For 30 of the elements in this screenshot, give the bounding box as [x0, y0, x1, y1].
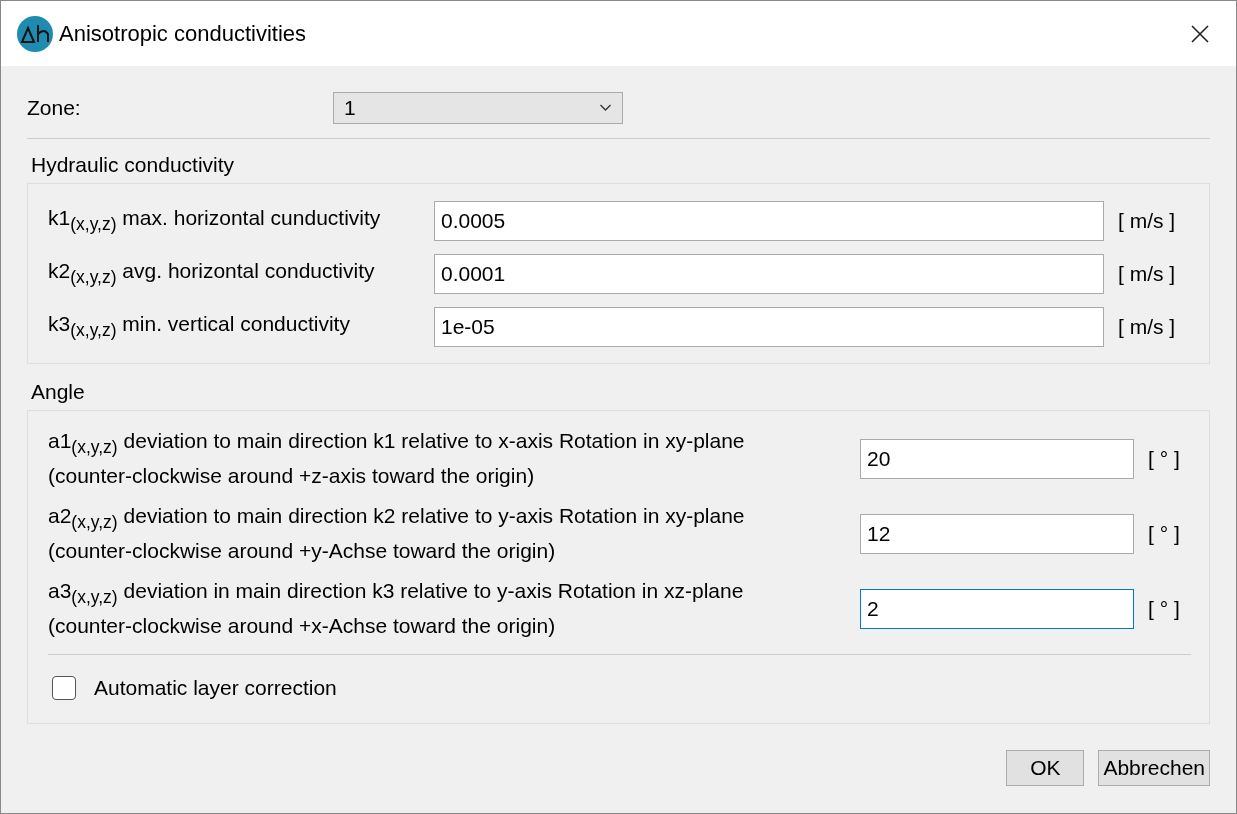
- input-field[interactable]: 1e-05: [434, 306, 1104, 347]
- zone-label: Zone:: [27, 96, 82, 120]
- group-title: Angle: [31, 380, 86, 405]
- input-field[interactable]: 0.0001: [434, 253, 1104, 294]
- window-title: Anisotropic conductivities: [59, 20, 307, 47]
- unit-label: [ ° ]: [1148, 521, 1180, 546]
- unit-label: [ ° ]: [1148, 596, 1180, 621]
- field-label: a3$_{(x,y,z)}$ deviation in main direction k3 relative to y-axis Rotation in xz-plane (counter-clockwise around +x-Achse toward the origin): [48, 578, 745, 639]
- field-label: a1$_{(x,y,z)}$ deviation to main direction k1 relative to x-axis Rotation in xy-plane (counter-clockwise around +z-axis toward the origin): [48, 428, 746, 489]
- input-field[interactable]: 20: [860, 438, 1134, 479]
- field-label: a2$_{(x,y,z)}$ deviation to main direction k2 relative to y-axis Rotation in xy-plane (counter-clockwise around +y-Achse toward the origin): [48, 503, 746, 564]
- caret-icon: [599, 104, 612, 112]
- field-label: k1$_{(x,y,z)}$ max. horizontal cunductivity: [48, 205, 382, 236]
- checkbox[interactable]: [52, 676, 76, 700]
- unit-label: [ m/s ]: [1118, 314, 1176, 339]
- unit-label: [ m/s ]: [1118, 208, 1176, 233]
- zone-dropdown[interactable]: 1: [333, 92, 623, 124]
- input-field[interactable]: 2: [860, 588, 1134, 629]
- dialog-button[interactable]: OK: [1006, 750, 1085, 786]
- field-label: k2$_{(x,y,z)}$ avg. horizontal conductivity: [48, 258, 376, 289]
- dialog-button[interactable]: Abbrechen: [1098, 750, 1210, 786]
- unit-label: [ m/s ]: [1118, 261, 1176, 286]
- input-field[interactable]: 12: [860, 513, 1134, 554]
- app-logo-icon: [17, 15, 53, 52]
- unit-label: [ ° ]: [1148, 446, 1180, 471]
- field-label: k3$_{(x,y,z)}$ min. vertical conductivity: [48, 311, 351, 342]
- input-field[interactable]: 0.0005: [434, 200, 1104, 241]
- close-icon[interactable]: [1190, 23, 1210, 44]
- checkbox-label: Automatic layer correction: [94, 676, 337, 700]
- group-title: Hydraulic conductivity: [31, 153, 236, 178]
